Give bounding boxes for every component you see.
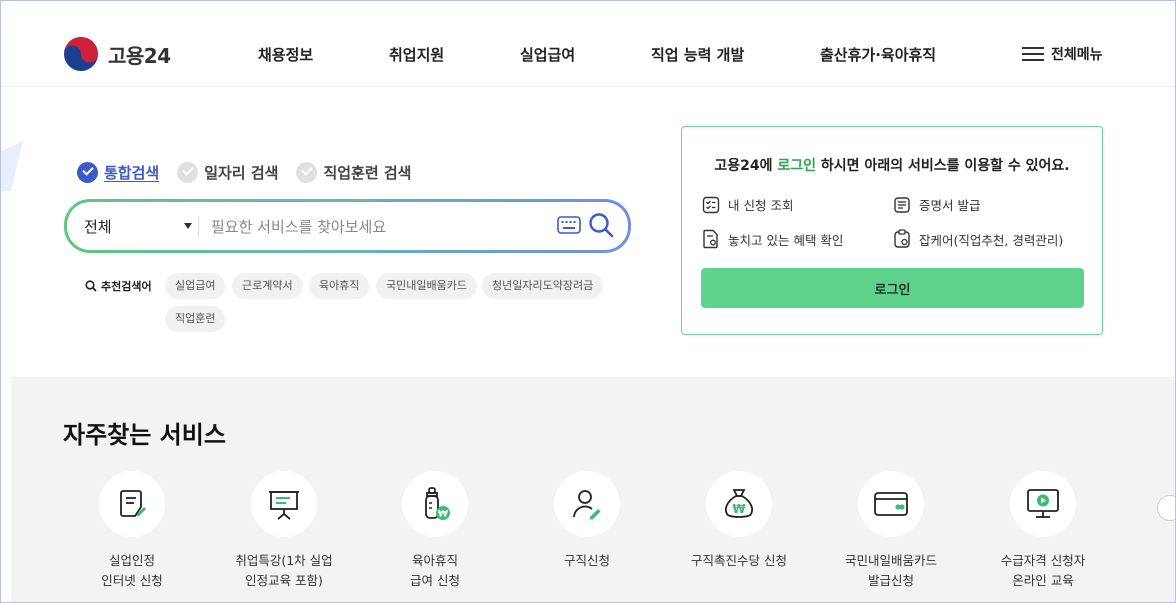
keyword-chip[interactable]: 직업훈련 [165, 306, 226, 332]
frequent-item-label: 육아휴직 급여 신청 [410, 553, 460, 588]
keyword-chip[interactable]: 실업급여 [165, 273, 226, 299]
nav-unemployment-benefit[interactable]: 실업급여 [520, 44, 575, 65]
icon-circle [554, 471, 620, 537]
dropdown-arrow-icon [184, 223, 192, 229]
frequent-services-section: 자주찾는 서비스 실업인정 인터넷 신청 취업특강(1차 실업 인정교육 포함)… [11, 377, 1175, 602]
frequent-item-online-education[interactable]: 수급자격 신청자 온라인 교육 [973, 471, 1113, 591]
title-prefix: 고용24에 [714, 158, 778, 174]
search-icon[interactable] [588, 212, 614, 238]
service-my-applications[interactable]: 내 신청 조회 [702, 195, 793, 214]
full-menu-label: 전체메뉴 [1051, 47, 1103, 63]
icon-circle [858, 471, 924, 537]
service-label: 내 신청 조회 [728, 198, 794, 213]
nav-jobs[interactable]: 채용정보 [258, 44, 313, 65]
service-label: 증명서 발급 [919, 198, 981, 213]
frequent-item-job-application[interactable]: 구직신청 [517, 471, 657, 571]
icon-circle [1010, 471, 1076, 537]
frequent-item-label: 국민내일배움카드 발급신청 [844, 553, 937, 588]
frequent-item-label: 실업인정 인터넷 신청 [101, 553, 163, 588]
logo-text: 고용24 [108, 43, 171, 68]
frequent-item-label: 구직촉진수당 신청 [691, 553, 787, 568]
divider [198, 216, 199, 236]
site-header: 고용24 채용정보 취업지원 실업급여 직업 능력 개발 출산휴가·육아휴직 전… [1, 1, 1175, 87]
document-pen-icon [120, 490, 146, 517]
search-icon [85, 280, 97, 292]
hamburger-icon [1022, 46, 1044, 62]
category-select[interactable]: 전체 [84, 202, 192, 250]
frequent-services-title: 자주찾는 서비스 [63, 421, 226, 449]
tab-label: 일자리 검색 [204, 164, 279, 182]
icon-circle [99, 471, 165, 537]
recommended-keywords-label: 추천검색어 [85, 278, 152, 294]
nav-vocational-training[interactable]: 직업 능력 개발 [651, 44, 744, 65]
full-menu-button[interactable]: 전체메뉴 [1022, 44, 1103, 64]
logo[interactable]: 고용24 [63, 36, 171, 72]
login-card: 고용24에 로그인 하시면 아래의 서비스를 이용할 수 있어요. 내 신청 조… [681, 126, 1103, 335]
money-bag-won-icon: ₩ [724, 489, 754, 518]
login-button[interactable]: 로그인 [701, 268, 1084, 308]
keyword-chip[interactable]: 청년일자리도약장려금 [482, 273, 604, 299]
certificate-printer-icon [894, 196, 910, 213]
document-search-icon [703, 229, 718, 249]
login-card-title: 고용24에 로그인 하시면 아래의 서비스를 이용할 수 있어요. [682, 155, 1102, 175]
tab-job-search[interactable]: 일자리 검색 [177, 162, 278, 183]
category-select-value: 전체 [84, 217, 112, 236]
frequent-item-parental-leave-benefit[interactable]: ₩ 육아휴직 급여 신청 [365, 471, 505, 591]
title-highlight: 로그인 [777, 158, 817, 174]
keyword-chip[interactable]: 육아휴직 [309, 273, 370, 299]
monitor-play-icon [1027, 489, 1059, 518]
frequent-item-label: 취업특강(1차 실업 인정교육 포함) [235, 553, 333, 588]
side-scroll-handle[interactable] [1157, 495, 1175, 521]
svg-text:₩: ₩ [438, 510, 448, 520]
checklist-icon [702, 196, 720, 213]
decorative-shape-icon [1, 141, 23, 191]
search-tabs: 통합검색 일자리 검색 직업훈련 검색 [77, 162, 429, 183]
service-label: 잡케어(직업추천, 경력관리) [919, 232, 1064, 248]
frequent-item-unemployment-recognition[interactable]: 실업인정 인터넷 신청 [62, 471, 202, 591]
service-missed-benefits[interactable]: 놓치고 있는 혜택 확인 [702, 229, 843, 249]
icon-circle: ₩ [402, 471, 468, 537]
tab-training-search[interactable]: 직업훈련 검색 [296, 162, 411, 183]
keyword-chip[interactable]: 근로계약서 [232, 273, 303, 299]
service-jobcare[interactable]: 잡케어(직업추천, 경력관리) [893, 229, 1063, 249]
frequent-item-label: 수급자격 신청자 온라인 교육 [1000, 553, 1086, 588]
svg-text:₩: ₩ [732, 502, 746, 516]
tab-label: 직업훈련 검색 [323, 164, 412, 182]
check-circle-icon [77, 162, 98, 183]
page-frame: 고용24 채용정보 취업지원 실업급여 직업 능력 개발 출산휴가·육아휴직 전… [0, 0, 1176, 603]
icon-circle [251, 471, 317, 537]
search-input[interactable] [209, 210, 553, 244]
icon-circle: ₩ [706, 471, 772, 537]
nav-maternity-parental-leave[interactable]: 출산휴가·육아휴직 [820, 44, 936, 65]
virtual-keyboard-icon[interactable] [557, 216, 581, 234]
check-circle-icon [177, 162, 199, 183]
taegeuk-logo-icon [64, 37, 98, 71]
service-certificate[interactable]: 증명서 발급 [893, 195, 980, 214]
frequent-item-job-seeking-allowance[interactable]: ₩ 구직촉진수당 신청 [669, 471, 809, 571]
service-label: 놓치고 있는 혜택 확인 [728, 232, 844, 248]
check-circle-icon [296, 162, 318, 183]
tab-integrated-search[interactable]: 통합검색 [77, 162, 159, 183]
presentation-board-icon [269, 491, 299, 520]
card-icon [874, 492, 908, 516]
baby-bottle-won-icon: ₩ [425, 487, 450, 520]
frequent-item-learning-card[interactable]: 국민내일배움카드 발급신청 [821, 471, 961, 591]
tab-label: 통합검색 [104, 164, 160, 182]
person-pen-icon [573, 490, 601, 520]
search-box: 전체 [64, 199, 631, 253]
frequent-item-employment-lecture[interactable]: 취업특강(1차 실업 인정교육 포함) [214, 471, 354, 591]
nav-employment-support[interactable]: 취업지원 [389, 44, 444, 65]
title-suffix: 하시면 아래의 서비스를 이용할 수 있어요. [816, 158, 1070, 174]
keyword-chip[interactable]: 국민내일배움카드 [376, 273, 477, 299]
recommended-label-text: 추천검색어 [101, 280, 152, 293]
frequent-item-label: 구직신청 [563, 553, 610, 568]
jobcare-icon [894, 229, 910, 248]
